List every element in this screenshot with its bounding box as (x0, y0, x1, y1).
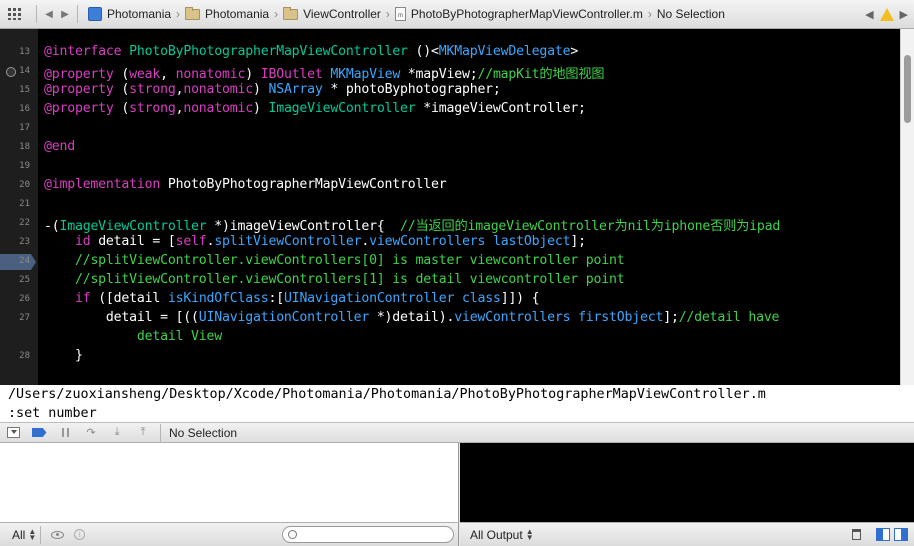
code-line[interactable]: //splitViewController.viewControllers[0]… (44, 253, 625, 268)
outlet-connection-icon[interactable] (6, 67, 16, 77)
file-path-line: /Users/zuoxiansheng/Desktop/Xcode/Photom… (0, 385, 914, 405)
chevron-right-icon: › (647, 7, 652, 21)
chevron-right-icon: › (385, 7, 390, 21)
breadcrumb-folder[interactable]: ViewController (283, 6, 381, 21)
line-number: 21 (19, 199, 30, 209)
line-number: 13 (19, 47, 30, 57)
previous-issue-icon[interactable]: ◀ (865, 8, 873, 21)
line-number: 23 (19, 237, 30, 247)
variables-view[interactable] (0, 443, 459, 522)
scrollbar-thumb[interactable] (904, 55, 911, 123)
line-number: 22 (19, 218, 30, 228)
breadcrumb-selection[interactable]: No Selection (657, 7, 725, 21)
code-line[interactable]: @interface PhotoByPhotographerMapViewCon… (44, 44, 578, 59)
right-pane-icon (901, 529, 907, 540)
code-line[interactable]: //splitViewController.viewControllers[1]… (44, 272, 625, 287)
output-popup-label: All Output (470, 527, 523, 542)
step-into-icon: ⤓ (114, 426, 120, 438)
breakpoint-icon (31, 428, 47, 437)
debug-bar: ↷ ⤓ ⤒ No Selection (0, 423, 914, 443)
objc-file-icon: m (394, 7, 406, 21)
updown-arrows-icon: ▲ ▼ (525, 526, 534, 542)
line-number: 16 (19, 104, 30, 114)
step-out-icon: ⤒ (140, 426, 146, 438)
next-issue-icon[interactable]: ▶ (900, 8, 908, 21)
breadcrumb-folder-label: ViewController (303, 7, 381, 21)
line-number: 20 (19, 180, 30, 190)
breadcrumb-group-label: Photomania (205, 7, 270, 21)
console-output[interactable] (460, 443, 914, 522)
folder-icon (185, 6, 201, 20)
scope-popup[interactable]: All ▲ ▼ (12, 526, 37, 542)
hide-debug-area-button[interactable] (0, 423, 26, 443)
step-over-icon: ↷ (86, 427, 96, 439)
line-number: 25 (19, 275, 30, 285)
editor-scrollbar[interactable] (900, 29, 914, 385)
line-number: 24 (19, 256, 30, 266)
code-line[interactable]: @implementation PhotoByPhotographerMapVi… (44, 177, 447, 192)
code-line[interactable]: detail = [((UINavigationController *)det… (44, 310, 780, 325)
line-number: 19 (19, 161, 30, 171)
step-into-button[interactable]: ⤓ (104, 423, 130, 443)
folder-icon (283, 6, 299, 20)
pause-icon (61, 428, 69, 437)
variables-search-field[interactable] (282, 526, 454, 543)
left-pane-icon (877, 529, 883, 540)
trash-icon[interactable] (852, 529, 861, 540)
code-line[interactable]: @property (weak, nonatomic) IBOutlet MKM… (44, 63, 605, 82)
chevron-right-icon: › (274, 7, 279, 21)
show-variables-toggle[interactable] (876, 528, 890, 541)
forward-arrow-icon[interactable]: ▶ (57, 9, 73, 20)
divider (40, 525, 42, 544)
line-number: 27 (19, 313, 30, 323)
breadcrumb-project[interactable]: Photomania (82, 7, 171, 21)
xcode-project-icon (88, 7, 102, 21)
line-number: 15 (19, 85, 30, 95)
debug-selection-label[interactable]: No Selection (169, 426, 237, 440)
breadcrumb-file[interactable]: m PhotoByPhotographerMapViewController.m (394, 7, 643, 21)
code-line[interactable]: detail View (44, 329, 222, 344)
code-line[interactable]: -(ImageViewController *)imageViewControl… (44, 215, 780, 234)
issue-navigation: ◀ ▶ (865, 0, 908, 29)
breadcrumb-selection-label: No Selection (656, 7, 725, 21)
info-icon[interactable]: i (74, 529, 86, 540)
related-items-icon[interactable] (8, 8, 22, 20)
chevron-right-icon: › (176, 7, 181, 21)
vim-command-line[interactable]: :set number (0, 405, 914, 423)
divider (160, 423, 161, 442)
code-line[interactable]: if ([detail isKindOfClass:[UINavigationC… (44, 291, 540, 306)
quick-look-icon[interactable] (51, 530, 65, 539)
divider (77, 5, 78, 23)
warning-icon[interactable] (879, 8, 894, 21)
output-popup[interactable]: All Output ▲ ▼ (470, 526, 534, 542)
show-console-toggle[interactable] (894, 528, 908, 541)
back-arrow-icon[interactable]: ◀ (41, 9, 57, 20)
line-number: 17 (19, 123, 30, 133)
line-number: 26 (19, 294, 30, 304)
console-filter-bar: All Output ▲ ▼ (460, 522, 914, 546)
pause-button[interactable] (52, 423, 78, 443)
code-line[interactable]: id detail = [self.splitViewController.vi… (44, 234, 586, 249)
breadcrumb-project-label: Photomania (107, 7, 172, 21)
updown-arrows-icon: ▲ ▼ (28, 526, 37, 542)
hide-debug-area-icon (6, 427, 20, 438)
filter-icon (288, 530, 297, 539)
line-number-gutter[interactable]: 13 14 15 16 17 18 19 20 21 22 23 24 25 26 27 28 (0, 29, 38, 385)
line-number: 18 (19, 142, 30, 152)
step-over-button[interactable]: ↷ (78, 423, 104, 443)
code-line[interactable]: @property (strong,nonatomic) ImageViewCo… (44, 101, 586, 116)
breadcrumb-file-label: PhotoByPhotographerMapViewController.m (410, 7, 643, 21)
code-line[interactable]: } (44, 348, 83, 363)
jump-bar: ◀ ▶ Photomania › Photomania › ViewContro… (0, 0, 914, 29)
code-line[interactable]: @end (44, 139, 75, 154)
variables-filter-bar: All ▲ ▼ i (0, 522, 459, 546)
divider (36, 5, 37, 23)
breadcrumb-group[interactable]: Photomania (185, 6, 270, 21)
breakpoints-toggle-button[interactable] (26, 423, 52, 443)
source-editor[interactable]: 13 14 15 16 17 18 19 20 21 22 23 24 25 26 27 28 @interf… (0, 29, 900, 385)
code-line[interactable]: @property (strong,nonatomic) NSArray * p… (44, 82, 501, 97)
scope-popup-label: All (12, 527, 26, 542)
line-number: 28 (19, 351, 30, 361)
step-out-button[interactable]: ⤒ (130, 423, 156, 443)
